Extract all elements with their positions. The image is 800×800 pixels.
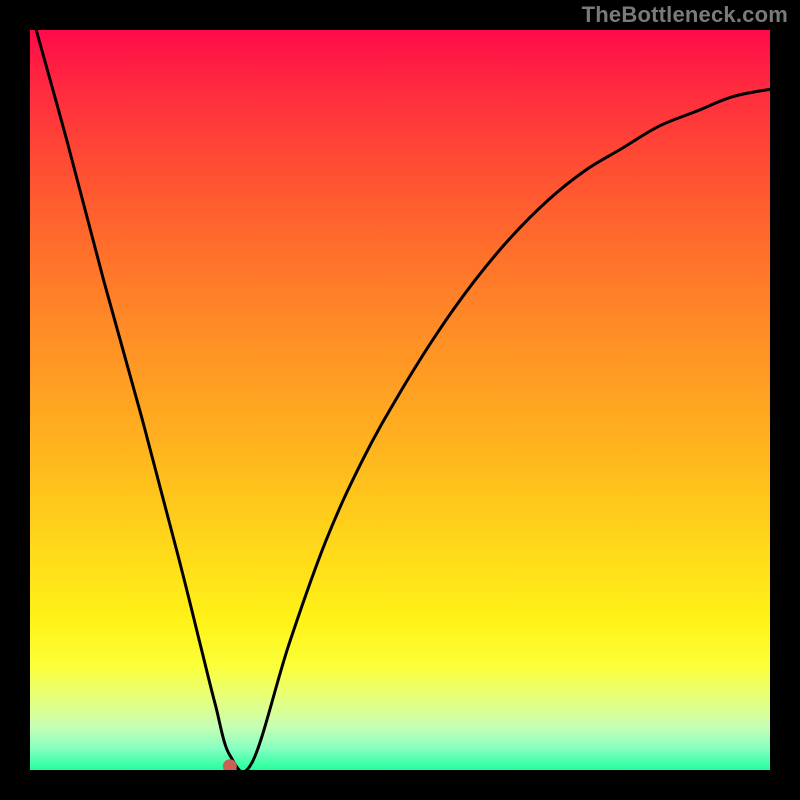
chart-frame: TheBottleneck.com [0,0,800,800]
curve-layer [30,30,770,770]
plot-area [30,30,770,770]
watermark-text: TheBottleneck.com [582,2,788,28]
bottleneck-curve [30,30,770,770]
